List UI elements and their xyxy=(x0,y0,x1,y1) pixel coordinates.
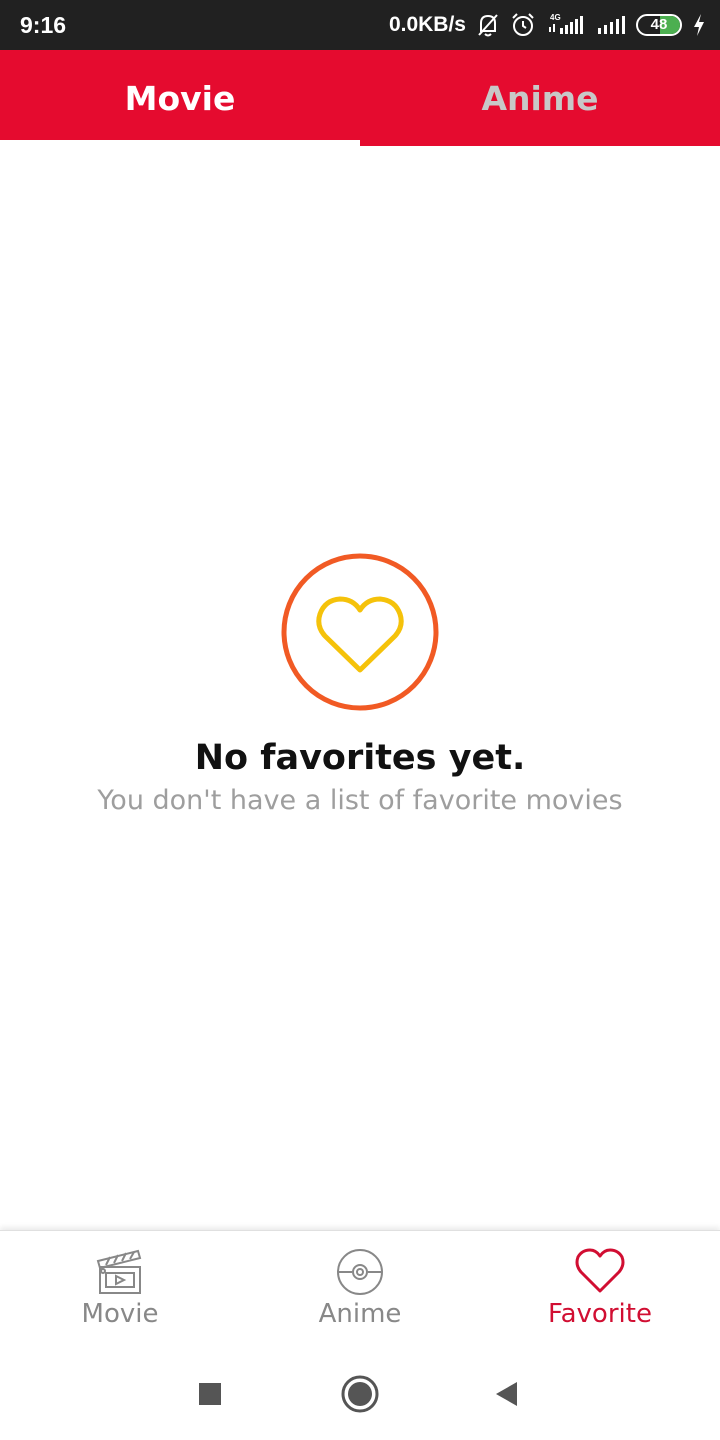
clapperboard-icon xyxy=(96,1249,142,1294)
status-bar: 9:16 0.0KB/s 4G 48 xyxy=(0,0,720,50)
tab-anime[interactable]: Anime xyxy=(360,50,720,146)
back-triangle-icon[interactable] xyxy=(486,1372,530,1416)
signal-icon xyxy=(596,12,626,38)
heart-icon xyxy=(281,553,439,711)
tab-anime-label: Anime xyxy=(481,79,599,118)
recents-square-icon[interactable] xyxy=(188,1372,232,1416)
mute-bell-icon xyxy=(476,12,500,38)
network-speed: 0.0KB/s xyxy=(388,13,466,36)
top-tab-bar: Movie Anime xyxy=(0,50,720,146)
status-time: 9:16 xyxy=(20,12,67,38)
charging-icon xyxy=(692,13,706,37)
alarm-icon xyxy=(510,12,536,38)
home-circle-icon[interactable] xyxy=(338,1372,382,1416)
app-screen: 9:16 0.0KB/s 4G 48 Movie Anime No favori… xyxy=(0,0,720,1440)
tab-movie-label: Movie xyxy=(124,79,236,118)
svg-text:4G: 4G xyxy=(550,13,561,22)
pokeball-icon xyxy=(337,1249,383,1295)
tab-indicator xyxy=(0,140,360,146)
battery-level: 48 xyxy=(650,16,668,33)
nav-label-movie: Movie xyxy=(81,1299,159,1329)
nav-item-anime[interactable]: Anime xyxy=(240,1231,480,1351)
status-icons: 0.0KB/s 4G 48 xyxy=(389,9,706,41)
empty-state: No favorites yet. You don't have a list … xyxy=(0,552,720,818)
heart-icon xyxy=(575,1248,625,1293)
signal-4g-icon: 4G xyxy=(546,12,586,38)
nav-label-anime: Anime xyxy=(318,1299,402,1329)
system-navigation-bar xyxy=(0,1350,720,1440)
bottom-navigation: Movie Anime Favorite xyxy=(0,1230,720,1351)
nav-label-favorite: Favorite xyxy=(548,1299,652,1329)
nav-item-favorite[interactable]: Favorite xyxy=(480,1231,720,1351)
empty-title: No favorites yet. xyxy=(194,738,526,778)
tab-movie[interactable]: Movie xyxy=(0,50,360,146)
battery-icon: 48 xyxy=(636,14,682,36)
empty-subtitle: You don't have a list of favorite movies xyxy=(97,785,623,816)
nav-item-movie[interactable]: Movie xyxy=(0,1231,240,1351)
